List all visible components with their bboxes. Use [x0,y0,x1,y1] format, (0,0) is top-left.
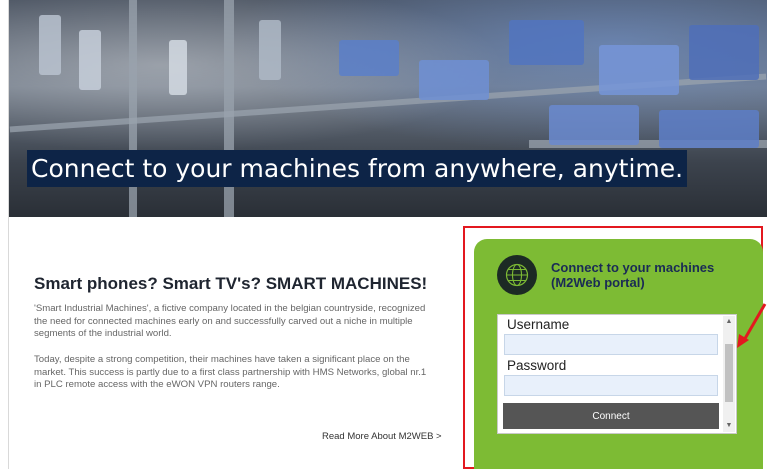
hero-title: Connect to your machines from anywhere, … [27,150,688,187]
bottle [259,20,281,80]
product-pack [509,20,584,65]
username-label: Username [507,317,570,332]
product-pack [549,105,639,145]
bottle [169,40,187,95]
login-title: Connect to your machines (M2Web portal) [551,260,715,290]
read-more-link[interactable]: Read More About M2WEB > [322,431,442,442]
article-paragraph: 'Smart Industrial Machines', a fictive c… [34,303,426,340]
password-label: Password [507,358,567,373]
arrow-icon [737,303,767,348]
password-field[interactable] [504,375,718,396]
product-pack [339,40,399,76]
product-pack [419,60,489,100]
username-field[interactable] [504,334,718,355]
product-pack [659,110,759,148]
chevron-down-icon[interactable]: ▼ [723,420,735,432]
login-form: Username Password Connect ▲ ▼ [497,314,737,434]
scroll-thumb[interactable] [725,344,733,402]
product-pack [599,45,679,95]
globe-icon [497,255,537,295]
article-paragraph: Today, despite a strong competition, the… [34,354,427,391]
chevron-up-icon[interactable]: ▲ [723,316,735,328]
article-heading: Smart phones? Smart TV's? SMART MACHINES… [34,274,428,293]
bottle [79,30,101,90]
bottle [39,15,61,75]
form-scrollbar[interactable]: ▲ ▼ [723,316,735,432]
connect-button[interactable]: Connect [503,403,719,429]
product-pack [689,25,759,80]
